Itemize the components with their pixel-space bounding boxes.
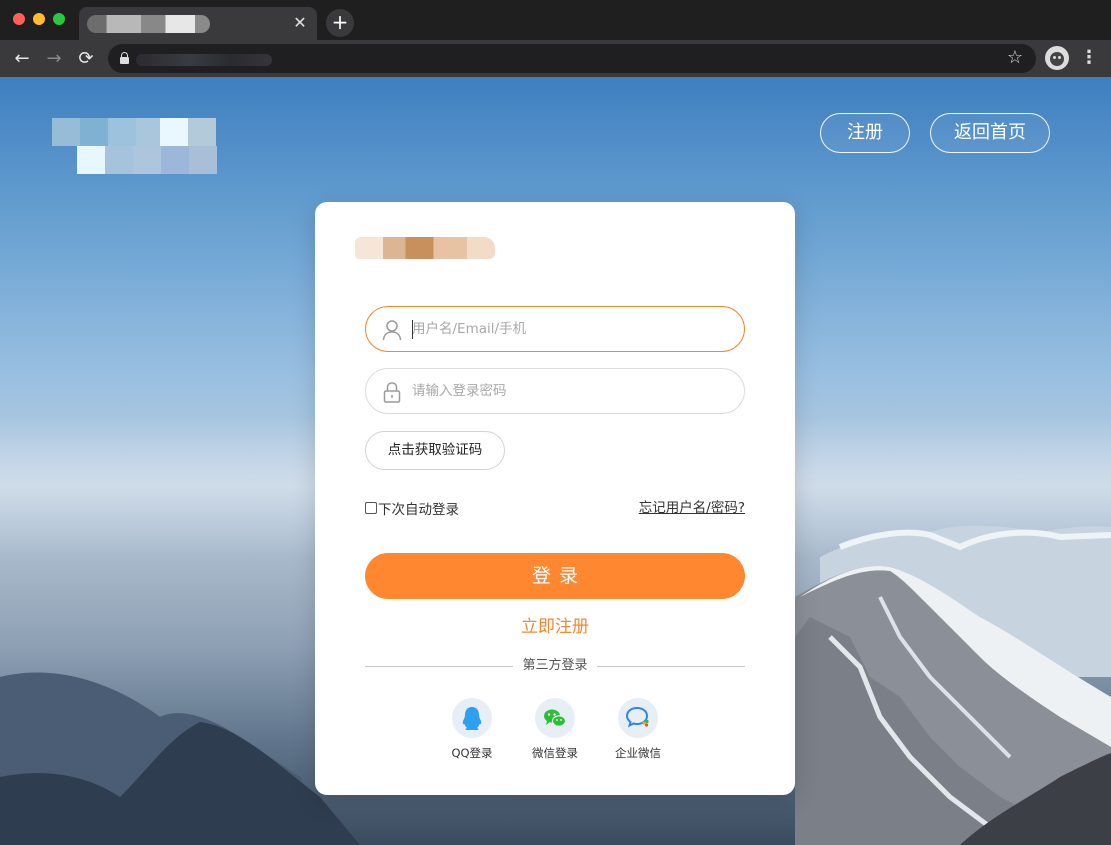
username-input-wrapper[interactable] — [365, 306, 745, 352]
qq-login-label: QQ登录 — [451, 746, 493, 760]
new-tab-button[interactable]: + — [326, 9, 354, 37]
login-card: 点击获取验证码 下次自动登录 忘记用户名/密码? 登录 立即注册 第三方登录 Q… — [315, 202, 795, 795]
forgot-credentials-link[interactable]: 忘记用户名/密码? — [639, 498, 745, 518]
lock-icon[interactable] — [120, 52, 129, 64]
card-logo-redacted — [355, 237, 495, 259]
third-party-divider: 第三方登录 — [365, 656, 745, 676]
browser-tab-strip: ✕ + — [0, 0, 1111, 40]
wechat-icon — [544, 709, 567, 727]
qq-login-button[interactable]: QQ登录 — [432, 698, 512, 761]
page-viewport: 注册 返回首页 点击获取验证码 下次自动登录 忘记用户名/密码? — [0, 77, 1111, 845]
password-input-wrapper[interactable] — [365, 368, 745, 414]
remember-me-label: 下次自动登录 — [378, 502, 459, 518]
login-submit-button[interactable]: 登录 — [365, 553, 745, 599]
forward-arrow-icon[interactable]: → — [42, 47, 66, 71]
signup-now-link[interactable]: 立即注册 — [315, 614, 795, 640]
browser-toolbar: ← → ⟳ ☆ ⋮ — [0, 40, 1111, 77]
remember-me-checkbox[interactable] — [365, 502, 377, 514]
minimize-window-button[interactable] — [33, 13, 45, 25]
profile-avatar[interactable] — [1045, 46, 1069, 70]
remember-me[interactable]: 下次自动登录 — [365, 498, 459, 518]
username-input[interactable] — [412, 307, 732, 351]
user-icon — [382, 320, 402, 341]
close-window-button[interactable] — [13, 13, 25, 25]
get-captcha-button[interactable]: 点击获取验证码 — [365, 431, 505, 470]
back-to-home-button[interactable]: 返回首页 — [930, 113, 1050, 153]
lock-icon — [383, 382, 401, 403]
browser-tab[interactable]: ✕ — [79, 7, 317, 40]
wework-login-label: 企业微信 — [615, 746, 661, 760]
register-button[interactable]: 注册 — [820, 113, 910, 153]
wework-login-button[interactable]: 企业微信 — [598, 698, 678, 761]
address-bar[interactable] — [108, 44, 1036, 73]
maximize-window-button[interactable] — [53, 13, 65, 25]
tab-close-icon[interactable]: ✕ — [291, 13, 309, 33]
qq-icon — [462, 707, 482, 730]
wework-icon — [625, 706, 649, 728]
tab-title-redacted — [87, 15, 210, 33]
password-input[interactable] — [412, 369, 732, 413]
site-logo-redacted[interactable] — [52, 118, 226, 176]
back-arrow-icon[interactable]: ← — [10, 47, 34, 71]
url-text-redacted — [136, 54, 272, 66]
reload-icon[interactable]: ⟳ — [74, 47, 98, 71]
wechat-login-label: 微信登录 — [532, 746, 578, 760]
text-caret — [412, 320, 413, 339]
wechat-login-button[interactable]: 微信登录 — [515, 698, 595, 761]
bookmark-star-icon[interactable]: ☆ — [1004, 47, 1026, 69]
browser-menu-icon[interactable]: ⋮ — [1080, 47, 1098, 69]
